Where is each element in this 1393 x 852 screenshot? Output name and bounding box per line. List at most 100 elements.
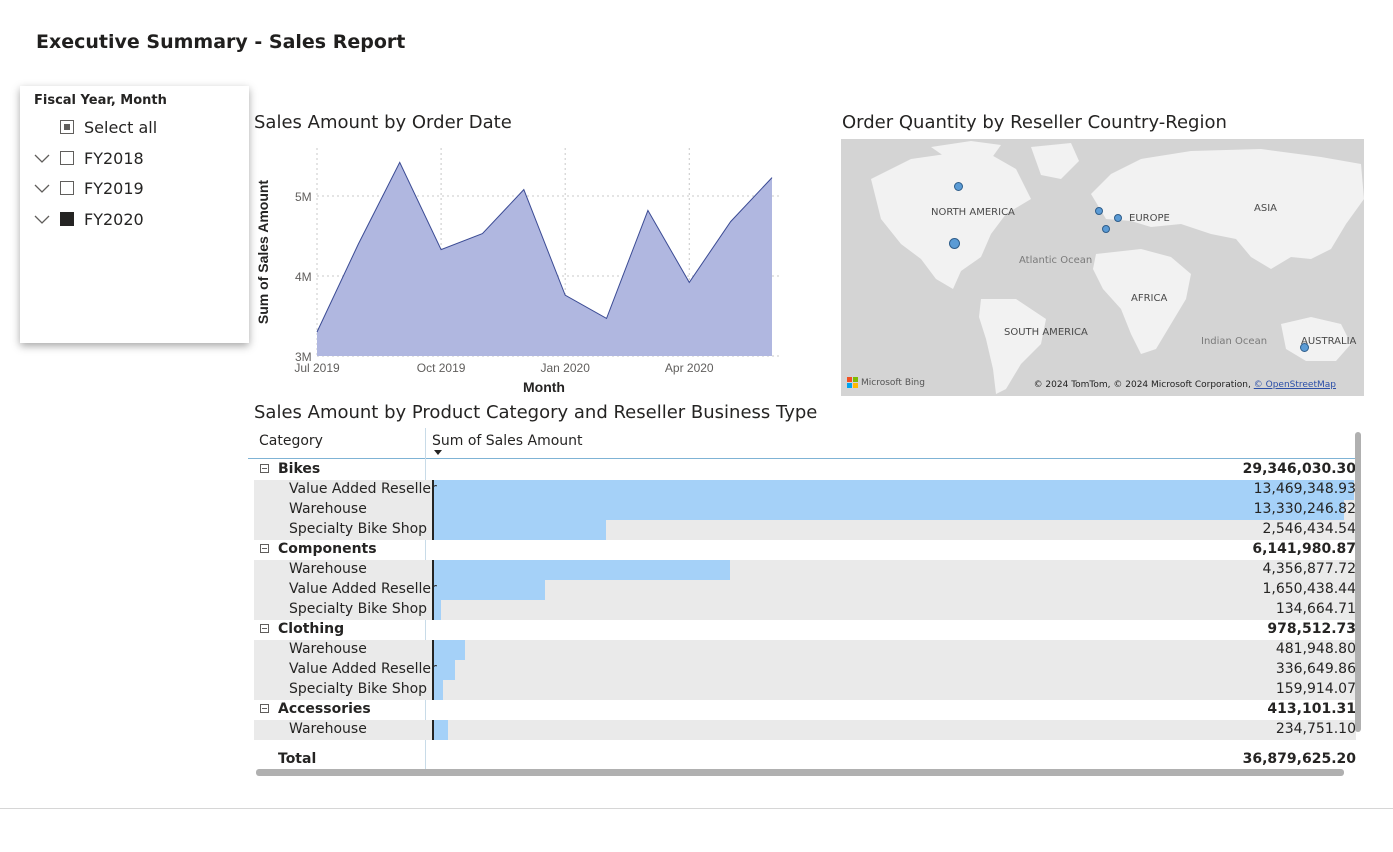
category-row-clothing[interactable]: Clothing 978,512.73 bbox=[254, 620, 1356, 640]
table-row[interactable]: Warehouse 4,356,877.72 bbox=[254, 560, 1356, 580]
total-value: 36,879,625.20 bbox=[1242, 751, 1356, 767]
row-label: Warehouse bbox=[289, 501, 367, 517]
bubble-united-states[interactable] bbox=[949, 238, 960, 249]
slicer-item-select-all[interactable]: Select all bbox=[20, 114, 249, 140]
data-bar bbox=[432, 520, 606, 540]
category-label: Clothing bbox=[278, 621, 345, 637]
checkbox[interactable] bbox=[60, 120, 74, 134]
table-row[interactable]: Specialty Bike Shop 159,914.07 bbox=[254, 680, 1356, 700]
category-label: Accessories bbox=[278, 701, 371, 717]
label-south-america: SOUTH AMERICA bbox=[1004, 327, 1088, 338]
category-total: 6,141,980.87 bbox=[1252, 541, 1356, 557]
y-tick-label: 4M bbox=[295, 270, 312, 284]
row-value: 336,649.86 bbox=[1275, 661, 1356, 677]
microsoft-logo-icon bbox=[847, 377, 858, 388]
slicer-item-label: FY2020 bbox=[84, 209, 144, 229]
chevron-down-icon[interactable] bbox=[33, 149, 51, 167]
category-label: Bikes bbox=[278, 461, 321, 477]
row-value: 159,914.07 bbox=[1275, 681, 1356, 697]
bar-axis-tick bbox=[432, 500, 434, 520]
area-chart-title: Sales Amount by Order Date bbox=[254, 112, 512, 133]
x-tick-label: Apr 2020 bbox=[665, 361, 714, 375]
slicer-item-label: FY2019 bbox=[84, 178, 144, 198]
total-label: Total bbox=[278, 751, 317, 767]
x-tick-label: Oct 2019 bbox=[417, 361, 466, 375]
chevron-down-icon[interactable] bbox=[33, 210, 51, 228]
bing-logo: Microsoft Bing bbox=[847, 377, 925, 388]
category-row-components[interactable]: Components 6,141,980.87 bbox=[254, 540, 1356, 560]
sales-area-chart[interactable]: 3M4M5MJul 2019 Oct 2019 Jan 2020 Apr 2020Mo… bbox=[250, 138, 790, 400]
matrix-title: Sales Amount by Product Category and Res… bbox=[254, 402, 818, 423]
collapse-toggle-icon[interactable] bbox=[260, 704, 269, 713]
sales-matrix[interactable]: Category Sum of Sales Amount Bikes 29,346… bbox=[248, 428, 1364, 780]
checkbox[interactable] bbox=[60, 212, 74, 226]
checkbox[interactable] bbox=[60, 151, 74, 165]
data-bar bbox=[432, 640, 465, 660]
collapse-toggle-icon[interactable] bbox=[260, 544, 269, 553]
label-asia: ASIA bbox=[1254, 203, 1277, 214]
sort-descending-icon[interactable] bbox=[434, 450, 442, 455]
table-row[interactable]: Specialty Bike Shop 2,546,434.54 bbox=[254, 520, 1356, 540]
map-credit-text: © 2024 TomTom, © 2024 Microsoft Corporat… bbox=[1033, 380, 1251, 390]
slicer-item-fy2018[interactable]: FY2018 bbox=[20, 145, 249, 171]
row-label: Value Added Reseller bbox=[289, 581, 437, 597]
bubble-united-kingdom[interactable] bbox=[1095, 207, 1103, 215]
x-tick-label: Jul 2019 bbox=[294, 361, 340, 375]
report-title: Executive Summary - Sales Report bbox=[36, 31, 406, 53]
label-atlantic-ocean: Atlantic Ocean bbox=[1019, 255, 1093, 266]
collapse-toggle-icon[interactable] bbox=[260, 464, 269, 473]
label-africa: AFRICA bbox=[1131, 293, 1168, 304]
bar-axis-tick bbox=[432, 520, 434, 540]
chevron-down-icon[interactable] bbox=[33, 179, 51, 197]
matrix-total-row: Total 36,879,625.20 bbox=[254, 750, 1356, 770]
row-value: 13,469,348.93 bbox=[1253, 481, 1356, 497]
row-label: Specialty Bike Shop bbox=[289, 521, 428, 537]
table-row[interactable]: Warehouse 481,948.80 bbox=[254, 640, 1356, 660]
bubble-france[interactable] bbox=[1102, 225, 1110, 233]
horizontal-scrollbar[interactable] bbox=[256, 769, 1344, 776]
y-tick-label: 5M bbox=[295, 190, 312, 204]
bubble-germany[interactable] bbox=[1114, 214, 1122, 222]
table-row[interactable]: Warehouse 234,751.10 bbox=[254, 720, 1356, 740]
reseller-map[interactable]: NORTH AMERICA EUROPE ASIA AFRICA SOUTH A… bbox=[841, 139, 1364, 396]
slicer-title: Fiscal Year, Month bbox=[34, 93, 167, 108]
world-landmass bbox=[871, 141, 1364, 394]
category-total: 978,512.73 bbox=[1267, 621, 1356, 637]
fiscal-year-slicer: Fiscal Year, Month Select all FY2018 FY201… bbox=[20, 86, 249, 343]
data-bar bbox=[432, 560, 730, 580]
table-row[interactable]: Value Added Reseller 1,650,438.44 bbox=[254, 580, 1356, 600]
slicer-item-fy2020[interactable]: FY2020 bbox=[20, 206, 249, 232]
table-row[interactable]: Warehouse 13,330,246.82 bbox=[254, 500, 1356, 520]
bar-axis-tick bbox=[432, 600, 434, 620]
openstreetmap-link[interactable]: © OpenStreetMap bbox=[1254, 380, 1336, 390]
row-value: 234,751.10 bbox=[1275, 721, 1356, 737]
vertical-scrollbar[interactable] bbox=[1355, 432, 1361, 732]
row-value: 481,948.80 bbox=[1275, 641, 1356, 657]
header-category[interactable]: Category bbox=[259, 433, 323, 449]
data-bar bbox=[432, 720, 448, 740]
bubble-australia[interactable] bbox=[1300, 343, 1309, 352]
category-row-accessories[interactable]: Accessories 413,101.31 bbox=[254, 700, 1356, 720]
table-row[interactable]: Value Added Reseller 13,469,348.93 bbox=[254, 480, 1356, 500]
collapse-toggle-icon[interactable] bbox=[260, 624, 269, 633]
bubble-canada[interactable] bbox=[954, 182, 963, 191]
category-label: Components bbox=[278, 541, 377, 557]
row-value: 1,650,438.44 bbox=[1262, 581, 1356, 597]
row-value: 2,546,434.54 bbox=[1262, 521, 1356, 537]
map-title: Order Quantity by Reseller Country-Regio… bbox=[842, 112, 1227, 133]
bar-axis-tick bbox=[432, 720, 434, 740]
data-bar bbox=[432, 480, 1354, 500]
bar-axis-tick bbox=[432, 560, 434, 580]
category-row-bikes[interactable]: Bikes 29,346,030.30 bbox=[254, 460, 1356, 480]
table-row[interactable]: Value Added Reseller 336,649.86 bbox=[254, 660, 1356, 680]
label-australia: AUSTRALIA bbox=[1301, 336, 1357, 347]
table-row[interactable]: Specialty Bike Shop 134,664.71 bbox=[254, 600, 1356, 620]
row-label: Specialty Bike Shop bbox=[289, 601, 428, 617]
checkbox[interactable] bbox=[60, 181, 74, 195]
header-sales-amount[interactable]: Sum of Sales Amount bbox=[432, 433, 583, 449]
label-europe: EUROPE bbox=[1129, 213, 1170, 224]
matrix-header: Category Sum of Sales Amount bbox=[248, 428, 1356, 459]
category-total: 29,346,030.30 bbox=[1242, 461, 1356, 477]
label-indian-ocean: Indian Ocean bbox=[1201, 336, 1268, 347]
slicer-item-fy2019[interactable]: FY2019 bbox=[20, 175, 249, 201]
